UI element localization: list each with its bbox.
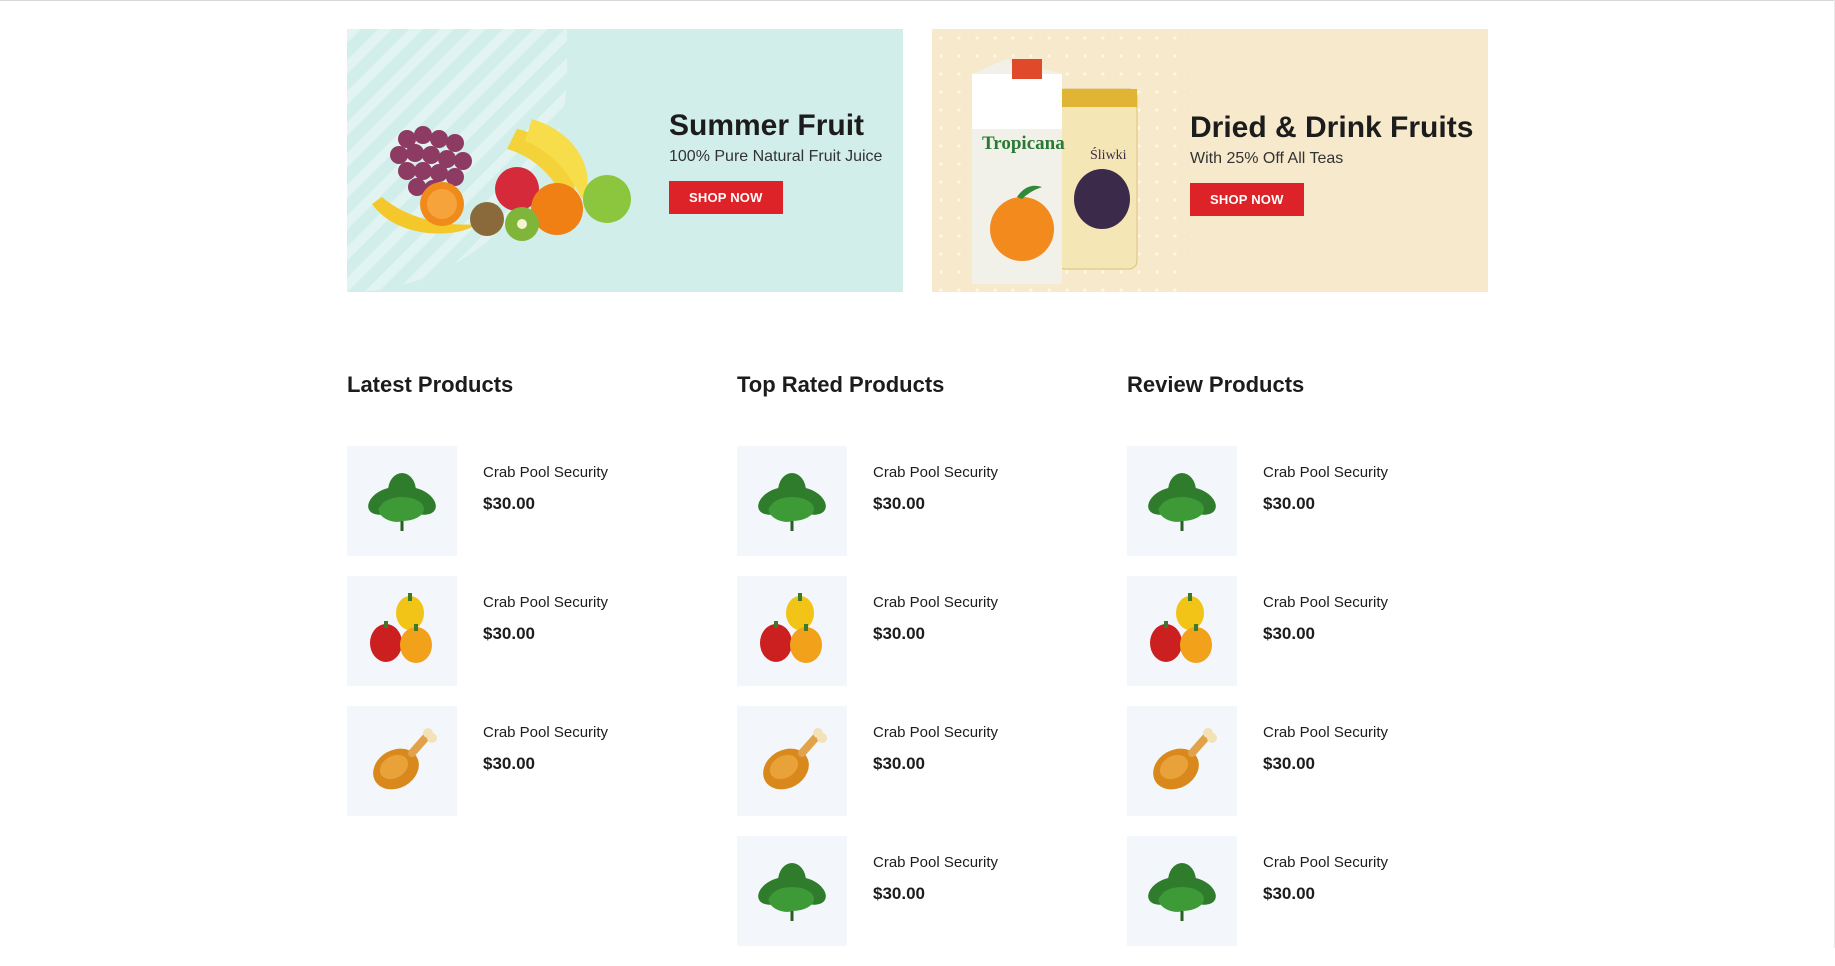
product-thumbnail[interactable] <box>347 706 457 816</box>
product-item[interactable]: Crab Pool Security $30.00 <box>347 576 687 686</box>
product-name[interactable]: Crab Pool Security <box>1263 594 1388 611</box>
product-price: $30.00 <box>873 494 925 513</box>
product-price: $30.00 <box>483 754 535 773</box>
product-name[interactable]: Crab Pool Security <box>1263 724 1388 741</box>
product-thumbnail[interactable] <box>737 836 847 946</box>
product-item[interactable]: Crab Pool Security $30.00 <box>737 706 1077 816</box>
fruit-basket-image <box>372 119 631 241</box>
dried-drink-fruits-banner[interactable]: Śliwki Tropicana Dried & Drink Fruits Wi… <box>932 29 1488 292</box>
product-name[interactable]: Crab Pool Security <box>1263 464 1388 481</box>
product-list: Crab Pool Security $30.00 Crab Pool Securi… <box>1127 446 1467 966</box>
tropicana-logo: Tropicana <box>982 133 1065 154</box>
product-item[interactable]: Crab Pool Security $30.00 <box>1127 446 1467 556</box>
product-item[interactable]: Crab Pool Security $30.00 <box>1127 706 1467 816</box>
product-name[interactable]: Crab Pool Security <box>873 464 998 481</box>
shop-now-button[interactable]: SHOP NOW <box>1190 183 1304 216</box>
product-name[interactable]: Crab Pool Security <box>873 594 998 611</box>
product-price: $30.00 <box>873 884 925 903</box>
section-title: Top Rated Products <box>737 372 945 397</box>
shop-now-button[interactable]: SHOP NOW <box>669 181 783 214</box>
summer-fruit-text: Summer Fruit 100% Pure Natural Fruit Jui… <box>669 109 882 214</box>
product-price: $30.00 <box>1263 624 1315 643</box>
packaging-brand-text: Śliwki <box>1090 146 1127 163</box>
product-thumbnail[interactable] <box>1127 836 1237 946</box>
product-item[interactable]: Crab Pool Security $30.00 <box>347 706 687 816</box>
product-thumbnail[interactable] <box>347 446 457 556</box>
banner-title: Summer Fruit <box>669 109 865 142</box>
product-price: $30.00 <box>483 494 535 513</box>
product-thumbnail[interactable] <box>737 576 847 686</box>
product-name[interactable]: Crab Pool Security <box>483 594 608 611</box>
product-price: $30.00 <box>1263 494 1315 513</box>
banner-title: Dried & Drink Fruits <box>1190 111 1474 144</box>
product-item[interactable]: Crab Pool Security $30.00 <box>347 446 687 556</box>
product-name[interactable]: Crab Pool Security <box>483 464 608 481</box>
product-item[interactable]: Crab Pool Security $30.00 <box>737 836 1077 946</box>
product-thumbnail[interactable] <box>1127 446 1237 556</box>
section-title: Review Products <box>1127 372 1305 397</box>
product-item[interactable]: Crab Pool Security $30.00 <box>737 446 1077 556</box>
product-price: $30.00 <box>873 624 925 643</box>
section-title: Latest Products <box>347 372 514 397</box>
top-divider <box>0 0 1835 1</box>
product-name[interactable]: Crab Pool Security <box>873 854 998 871</box>
product-list: Crab Pool Security $30.00 Crab Pool Securi… <box>737 446 1077 966</box>
product-item[interactable]: Crab Pool Security $30.00 <box>737 576 1077 686</box>
product-price: $30.00 <box>483 624 535 643</box>
review-products-section: Review Products Crab Pool Security $30.00… <box>1127 370 1467 946</box>
juice-carton-image: Śliwki Tropicana <box>972 59 1138 284</box>
product-thumbnail[interactable] <box>1127 706 1237 816</box>
product-item[interactable]: Crab Pool Security $30.00 <box>1127 836 1467 946</box>
product-price: $30.00 <box>873 754 925 773</box>
banner-subtitle: With 25% Off All Teas <box>1190 150 1344 167</box>
product-price: $30.00 <box>1263 884 1315 903</box>
dried-fruits-text: Dried & Drink Fruits With 25% Off All Te… <box>1190 111 1473 216</box>
product-name[interactable]: Crab Pool Security <box>873 724 998 741</box>
product-thumbnail[interactable] <box>737 446 847 556</box>
product-name[interactable]: Crab Pool Security <box>483 724 608 741</box>
product-thumbnail[interactable] <box>737 706 847 816</box>
product-thumbnail[interactable] <box>347 576 457 686</box>
product-thumbnail[interactable] <box>1127 576 1237 686</box>
latest-products-section: Latest Products Crab Pool Security $30.00… <box>347 370 687 816</box>
product-name[interactable]: Crab Pool Security <box>1263 854 1388 871</box>
product-item[interactable]: Crab Pool Security $30.00 <box>1127 576 1467 686</box>
summer-fruit-banner[interactable]: Summer Fruit 100% Pure Natural Fruit Jui… <box>347 29 903 292</box>
banner-subtitle: 100% Pure Natural Fruit Juice <box>669 148 883 165</box>
product-list: Crab Pool Security $30.00 Crab Pool Securi… <box>347 446 687 836</box>
product-price: $30.00 <box>1263 754 1315 773</box>
top-rated-products-section: Top Rated Products Crab Pool Security $30… <box>737 370 1077 946</box>
